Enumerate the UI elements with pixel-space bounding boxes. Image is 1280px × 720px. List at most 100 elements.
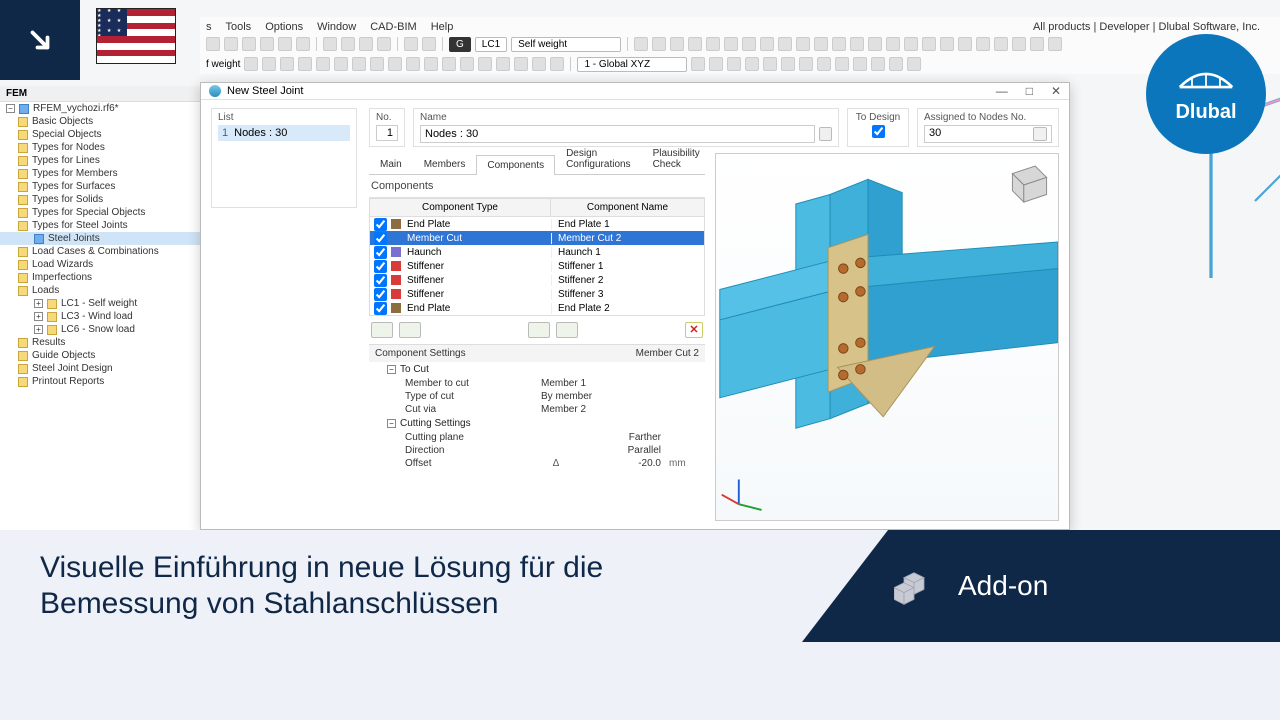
loadcase-badge[interactable]: G (449, 37, 471, 52)
tool-icon[interactable] (835, 57, 849, 71)
list-item[interactable]: 1Nodes : 30 (218, 125, 350, 141)
tool-icon[interactable] (781, 57, 795, 71)
close-button[interactable]: ✕ (1051, 84, 1061, 98)
tool-icon[interactable] (323, 37, 337, 51)
tab-components[interactable]: Components (476, 155, 555, 175)
assigned-nodes[interactable]: 30 (929, 127, 941, 141)
tree-steel-joints[interactable]: Steel Joints (0, 232, 200, 245)
tool-icon[interactable] (496, 57, 510, 71)
menu-item[interactable]: Tools (226, 21, 252, 33)
tab-main[interactable]: Main (369, 154, 413, 174)
maximize-button[interactable]: □ (1026, 84, 1033, 98)
tree-item[interactable]: Types for Solids (0, 193, 200, 206)
tool-icon[interactable] (262, 57, 276, 71)
tool-icon[interactable] (532, 57, 546, 71)
tool-icon[interactable] (404, 37, 418, 51)
setting-row[interactable]: Cut viaMember 2 (369, 403, 705, 416)
tool-icon[interactable] (724, 37, 738, 51)
group-to-cut[interactable]: −To Cut (369, 362, 705, 377)
tool-icon[interactable] (370, 57, 384, 71)
tool-icon[interactable] (1048, 37, 1062, 51)
tool-icon[interactable] (316, 57, 330, 71)
tool-icon[interactable] (868, 37, 882, 51)
menu-item[interactable]: s (206, 21, 212, 33)
to-design-checkbox[interactable] (872, 125, 885, 138)
tree-item[interactable]: Types for Steel Joints (0, 219, 200, 232)
tool-icon[interactable] (763, 57, 777, 71)
tool-icon[interactable] (889, 57, 903, 71)
add-component-alt-button[interactable] (399, 322, 421, 338)
tool-icon[interactable] (904, 37, 918, 51)
tree-item[interactable]: +LC1 - Self weight (0, 297, 200, 310)
tool-icon[interactable] (709, 57, 723, 71)
tool-icon[interactable] (652, 37, 666, 51)
tree-item[interactable]: +LC3 - Wind load (0, 310, 200, 323)
tool-icon[interactable] (832, 37, 846, 51)
tool-icon[interactable] (958, 37, 972, 51)
tool-icon[interactable] (1012, 37, 1026, 51)
tool-icon[interactable] (796, 37, 810, 51)
tab-design-config[interactable]: Design Configurations (555, 143, 641, 174)
tool-icon[interactable] (760, 37, 774, 51)
component-row[interactable]: Member CutMember Cut 2 (370, 231, 704, 245)
coord-system[interactable]: 1 - Global XYZ (577, 57, 687, 72)
component-checkbox[interactable] (374, 260, 387, 273)
tool-icon[interactable] (422, 37, 436, 51)
tool-icon[interactable] (334, 57, 348, 71)
tool-icon[interactable] (460, 57, 474, 71)
tool-icon[interactable] (377, 37, 391, 51)
tool-icon[interactable] (922, 37, 936, 51)
menu-item[interactable]: Options (265, 21, 303, 33)
component-row[interactable]: End PlateEnd Plate 1 (370, 217, 704, 231)
tool-icon[interactable] (742, 37, 756, 51)
tool-icon[interactable] (871, 57, 885, 71)
tool-icon[interactable] (260, 37, 274, 51)
component-row[interactable]: StiffenerStiffener 1 (370, 259, 704, 273)
tool-icon[interactable] (206, 37, 220, 51)
expand-icon[interactable]: + (34, 312, 43, 321)
tree-item[interactable]: Types for Special Objects (0, 206, 200, 219)
collapse-icon[interactable]: − (387, 365, 396, 374)
tool-icon[interactable] (778, 37, 792, 51)
tool-icon[interactable] (850, 37, 864, 51)
tree-item[interactable]: Types for Nodes (0, 141, 200, 154)
tool-icon[interactable] (886, 37, 900, 51)
tool-icon[interactable] (994, 37, 1008, 51)
tool-icon[interactable] (244, 57, 258, 71)
tool-icon[interactable] (424, 57, 438, 71)
joint-3d-preview[interactable] (715, 153, 1059, 521)
loadcase-name[interactable]: Self weight (511, 37, 621, 52)
tool-icon[interactable] (388, 57, 402, 71)
component-checkbox[interactable] (374, 274, 387, 287)
tree-item[interactable]: Types for Surfaces (0, 180, 200, 193)
collapse-icon[interactable]: − (6, 104, 15, 113)
tool-icon[interactable] (442, 57, 456, 71)
tree-item[interactable]: Results (0, 336, 200, 349)
tool-icon[interactable] (799, 57, 813, 71)
tool-icon[interactable] (976, 37, 990, 51)
tree-item[interactable]: Types for Members (0, 167, 200, 180)
setting-row[interactable]: Type of cutBy member (369, 390, 705, 403)
tree-item[interactable]: Loads (0, 284, 200, 297)
pick-nodes-button[interactable] (1033, 127, 1047, 141)
tool-icon[interactable] (278, 37, 292, 51)
setting-row[interactable]: DirectionParallel (369, 444, 705, 457)
tool-icon[interactable] (814, 37, 828, 51)
tree-item[interactable]: +LC6 - Snow load (0, 323, 200, 336)
loadcase-code[interactable]: LC1 (475, 37, 507, 52)
tool-icon[interactable] (688, 37, 702, 51)
delete-component-button[interactable]: ✕ (685, 322, 703, 338)
tool-icon[interactable] (940, 37, 954, 51)
tool-icon[interactable] (853, 57, 867, 71)
tool-icon[interactable] (691, 57, 705, 71)
tool-icon[interactable] (341, 37, 355, 51)
tree-item[interactable]: Guide Objects (0, 349, 200, 362)
tool-icon[interactable] (727, 57, 741, 71)
tool-icon[interactable] (514, 57, 528, 71)
dialog-titlebar[interactable]: New Steel Joint — □ ✕ (201, 83, 1069, 100)
setting-row[interactable]: OffsetΔ-20.0mm (369, 457, 705, 470)
tool-icon[interactable] (359, 37, 373, 51)
menu-item[interactable]: Window (317, 21, 356, 33)
tool-icon[interactable] (1030, 37, 1044, 51)
tool-icon[interactable] (406, 57, 420, 71)
